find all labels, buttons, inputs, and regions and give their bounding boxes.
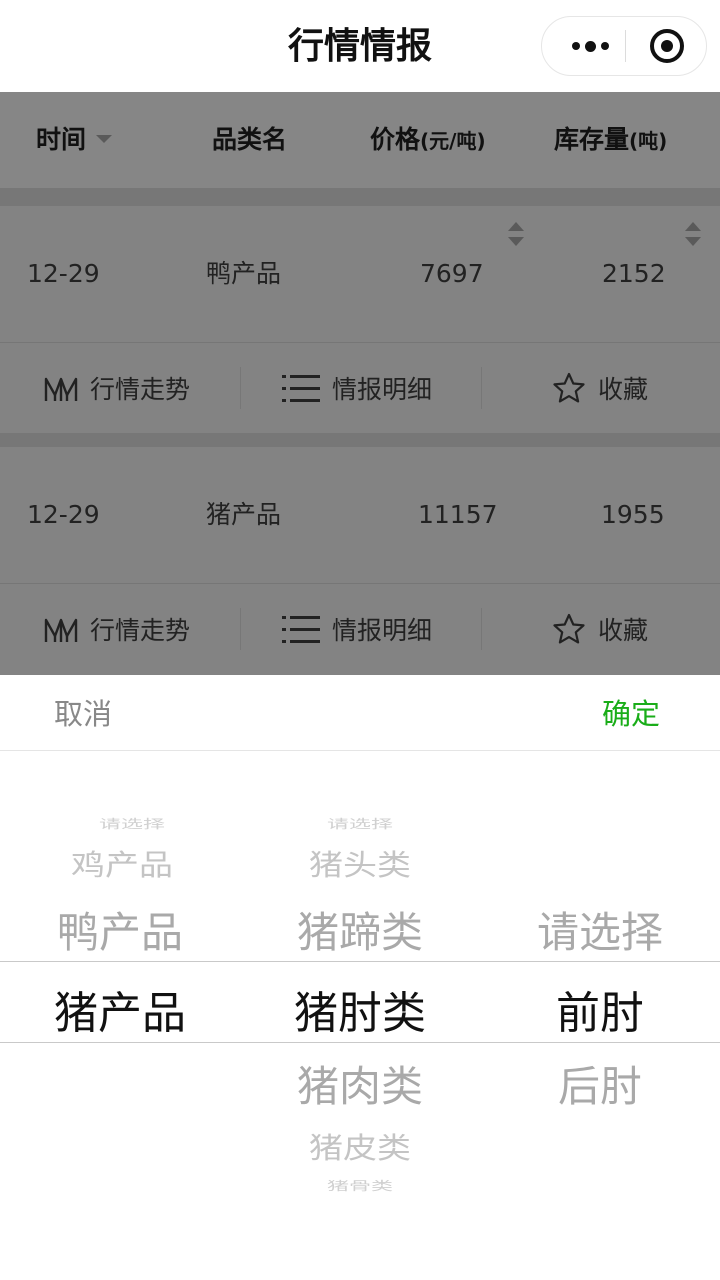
navigation-bar: 行情情报 bbox=[0, 0, 720, 92]
header-time-label: 时间 bbox=[36, 125, 87, 154]
picker-option[interactable]: 鸭产品 bbox=[0, 899, 240, 960]
table-row[interactable]: 12-29 猪产品 11157 1955 bbox=[0, 447, 720, 583]
trend-button[interactable]: 行情走势 bbox=[44, 343, 190, 433]
row-stock: 1955 bbox=[601, 500, 665, 529]
picker-option[interactable]: 猪皮类 bbox=[240, 1125, 480, 1167]
trend-chart-icon bbox=[44, 618, 78, 642]
picker-option[interactable]: 鸡产品 bbox=[2, 842, 242, 884]
caret-down-icon bbox=[96, 135, 113, 143]
menu-capsule bbox=[541, 16, 707, 76]
favorite-button[interactable]: 收藏 bbox=[552, 584, 648, 674]
row-price: 11157 bbox=[418, 500, 498, 529]
detail-button[interactable]: 情报明细 bbox=[282, 343, 432, 433]
row-price: 7697 bbox=[420, 259, 484, 288]
picker-column-part[interactable]: 请选择 前肘 后肘 bbox=[480, 675, 720, 1280]
app-root: 行情情报 时间 品类名 价格(元/吨) 库存量(吨) 12-29 鸭产品 769… bbox=[0, 0, 720, 1280]
header-price-label: 价格 bbox=[370, 125, 421, 154]
picker-option[interactable]: 猪头类 bbox=[240, 842, 480, 884]
trend-button[interactable]: 行情走势 bbox=[44, 584, 190, 674]
trend-label: 行情走势 bbox=[90, 616, 191, 645]
detail-button[interactable]: 情报明细 bbox=[282, 584, 432, 674]
trend-label: 行情走势 bbox=[90, 375, 191, 404]
picker-option[interactable]: 猪骨类 bbox=[240, 1176, 480, 1194]
action-row: 行情走势 情报明细 收藏 bbox=[0, 343, 720, 433]
more-dots-icon[interactable] bbox=[556, 17, 624, 75]
picker-option[interactable]: 猪蹄类 bbox=[240, 899, 480, 960]
section-gap bbox=[0, 433, 720, 447]
header-stock[interactable]: 库存量(吨) bbox=[554, 92, 667, 188]
row-category: 鸭产品 bbox=[206, 259, 282, 288]
picker-option-selected[interactable]: 猪肘类 bbox=[240, 977, 480, 1041]
picker-column-category[interactable]: 请选择 鸡产品 鸭产品 猪产品 bbox=[0, 675, 240, 1280]
section-gap bbox=[0, 188, 720, 206]
detail-label: 情报明细 bbox=[332, 616, 433, 645]
picker-column-subcategory[interactable]: 请选择 猪头类 猪蹄类 猪肘类 猪肉类 猪皮类 猪骨类 bbox=[240, 675, 480, 1280]
picker-option[interactable]: 后肘 bbox=[480, 1053, 720, 1114]
header-price[interactable]: 价格(元/吨) bbox=[370, 92, 486, 188]
row-date: 12-29 bbox=[27, 500, 100, 529]
action-separator bbox=[240, 608, 241, 650]
picker-option[interactable]: 请选择 bbox=[12, 814, 252, 832]
list-icon bbox=[282, 375, 320, 402]
row-category: 猪产品 bbox=[206, 500, 282, 529]
target-icon[interactable] bbox=[650, 29, 684, 63]
action-separator bbox=[481, 608, 482, 650]
favorite-label: 收藏 bbox=[598, 616, 649, 645]
header-category: 品类名 bbox=[212, 125, 288, 154]
capsule-divider bbox=[625, 30, 626, 62]
picker-option[interactable]: 猪肉类 bbox=[240, 1053, 480, 1114]
action-separator bbox=[481, 367, 482, 409]
picker-option[interactable]: 请选择 bbox=[480, 899, 720, 960]
header-stock-label: 库存量 bbox=[554, 125, 630, 154]
star-icon bbox=[553, 372, 585, 403]
row-date: 12-29 bbox=[27, 259, 100, 288]
header-price-unit: (元/吨) bbox=[420, 129, 486, 153]
trend-chart-icon bbox=[44, 377, 78, 401]
picker-option[interactable]: 请选择 bbox=[240, 814, 480, 832]
action-row: 行情走势 情报明细 收藏 bbox=[0, 584, 720, 674]
list-icon bbox=[282, 616, 320, 643]
action-separator bbox=[240, 367, 241, 409]
detail-label: 情报明细 bbox=[332, 375, 433, 404]
picker-option-selected[interactable]: 前肘 bbox=[480, 977, 720, 1041]
picker-option-selected[interactable]: 猪产品 bbox=[0, 977, 240, 1041]
table-row[interactable]: 12-29 鸭产品 7697 2152 bbox=[0, 206, 720, 342]
star-icon bbox=[553, 613, 585, 644]
table-header: 时间 品类名 价格(元/吨) 库存量(吨) bbox=[0, 92, 720, 246]
header-stock-unit: (吨) bbox=[629, 129, 668, 153]
row-stock: 2152 bbox=[602, 259, 666, 288]
favorite-label: 收藏 bbox=[598, 375, 649, 404]
favorite-button[interactable]: 收藏 bbox=[552, 343, 648, 433]
dimmed-page-content: 时间 品类名 价格(元/吨) 库存量(吨) 12-29 鸭产品 7697 215… bbox=[0, 92, 720, 675]
picker-sheet: 取消 确定 请选择 鸡产品 鸭产品 猪产品 请选择 猪头类 猪蹄类 猪肘类 猪肉… bbox=[0, 675, 720, 1280]
header-time[interactable]: 时间 bbox=[36, 92, 113, 188]
